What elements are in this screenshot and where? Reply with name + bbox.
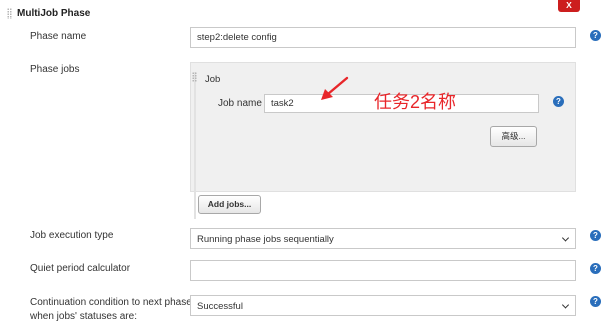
advanced-button[interactable]: 高级...	[490, 126, 537, 147]
job-section-title: Job	[205, 74, 221, 85]
continuation-label-line2: when jobs' statuses are:	[30, 311, 137, 322]
help-icon[interactable]: ?	[590, 30, 601, 41]
job-name-annotation: 任务2名称	[374, 92, 457, 112]
add-jobs-button[interactable]: Add jobs...	[198, 195, 261, 214]
chevron-down-icon	[561, 300, 570, 309]
close-icon: X	[566, 0, 572, 10]
phase-name-label: Phase name	[30, 31, 87, 42]
quiet-period-input[interactable]	[190, 260, 576, 281]
phase-name-input[interactable]: step2:delete config	[190, 27, 576, 48]
job-execution-type-label: Job execution type	[30, 230, 114, 241]
job-name-label: Job name	[218, 98, 262, 109]
chevron-down-icon	[561, 233, 570, 242]
help-icon[interactable]: ?	[553, 96, 564, 107]
continuation-label-line1: Continuation condition to next phase	[30, 297, 192, 308]
help-icon[interactable]: ?	[590, 230, 601, 241]
phase-title: MultiJob Phase	[17, 8, 91, 19]
phase-jobs-label: Phase jobs	[30, 64, 80, 75]
quiet-period-label: Quiet period calculator	[30, 263, 131, 274]
continuation-condition-select[interactable]: Successful	[190, 295, 576, 316]
help-icon[interactable]: ?	[590, 296, 601, 307]
delete-phase-button[interactable]: X	[558, 0, 580, 12]
annotation-arrow-icon	[321, 76, 349, 100]
job-entry-rail	[194, 72, 196, 219]
help-icon[interactable]: ?	[590, 263, 601, 274]
job-execution-type-value: Running phase jobs sequentially	[197, 234, 334, 245]
job-execution-type-select[interactable]: Running phase jobs sequentially	[190, 228, 576, 249]
drag-handle-icon[interactable]	[7, 8, 12, 19]
continuation-condition-value: Successful	[197, 301, 243, 312]
job-drag-handle-icon[interactable]	[192, 72, 197, 82]
